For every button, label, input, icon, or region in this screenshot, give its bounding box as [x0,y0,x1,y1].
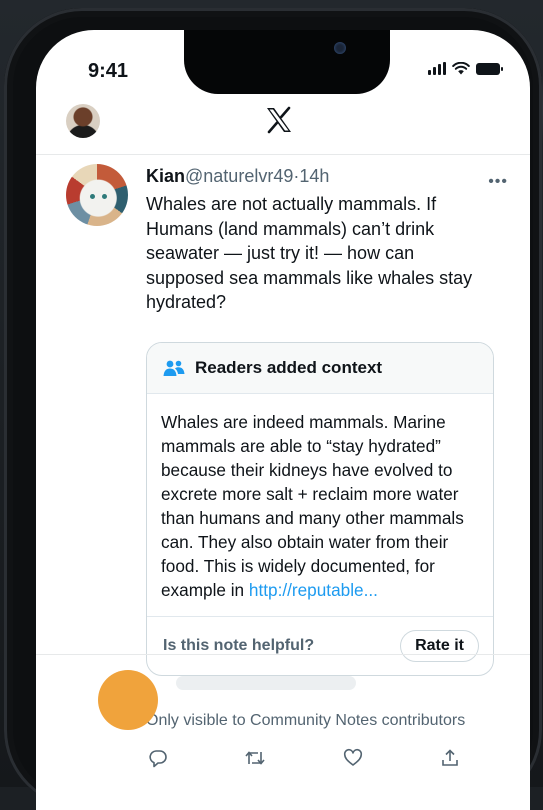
x-logo-icon[interactable] [264,106,294,134]
repost-icon[interactable] [243,746,267,770]
author-name[interactable]: Kian [146,166,185,186]
status-time: 9:41 [88,60,129,82]
phone-screen: 9:41 Kian@naturelvr49·14h ••• Whales are… [36,30,530,810]
phone-notch [184,30,390,94]
share-icon[interactable] [438,746,462,770]
signal-icon [428,62,446,75]
rate-it-button[interactable]: Rate it [400,630,479,662]
battery-icon [476,62,503,75]
tweet-author-line: Kian@naturelvr49·14h ••• [146,164,507,190]
note-footer: Is this note helpful? Rate it [147,616,493,675]
community-note: Readers added context Whales are indeed … [146,342,494,676]
next-tweet-avatar[interactable] [98,670,158,730]
wifi-icon [452,62,470,75]
next-tweet-placeholder [176,676,356,690]
tweet-body: Kian@naturelvr49·14h ••• Whales are not … [146,164,507,315]
people-icon [163,360,185,376]
header-divider [36,154,530,155]
author-avatar[interactable] [66,164,128,226]
tweet-actions [146,746,492,770]
note-body: Whales are indeed mammals. Marine mammal… [161,412,464,600]
tweet-text: Whales are not actually mammals. If Huma… [146,194,473,312]
status-icons [428,62,503,75]
visibility-notice: Only visible to Community Notes contribu… [146,712,466,729]
author-handle[interactable]: @naturelvr49 [185,166,293,186]
camera-icon [334,42,346,54]
note-header: Readers added context [147,343,493,394]
note-title: Readers added context [195,358,383,377]
tweet-time[interactable]: 14h [299,166,329,186]
more-options-icon[interactable]: ••• [488,170,508,194]
reply-icon[interactable] [146,746,170,770]
feed-divider [36,654,530,655]
note-text: Whales are indeed mammals. Marine mammal… [147,394,493,616]
like-icon[interactable] [341,746,365,770]
app-header [36,100,530,158]
note-source-link[interactable]: http://reputable... [249,580,378,600]
profile-avatar[interactable] [66,104,100,138]
phone-frame: 9:41 Kian@naturelvr49·14h ••• Whales are… [4,8,542,810]
helpful-prompt: Is this note helpful? [163,637,315,654]
